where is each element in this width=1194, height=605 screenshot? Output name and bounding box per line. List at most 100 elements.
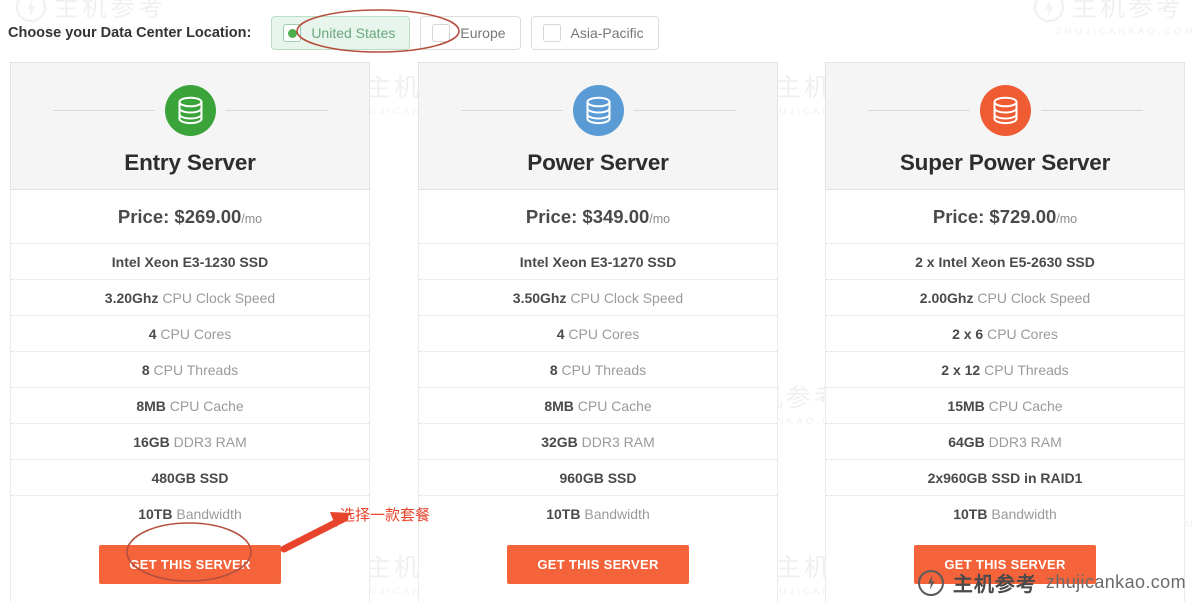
plan-spec: 480GB SSD xyxy=(11,460,369,496)
divider-right xyxy=(225,110,328,111)
plan-price-main: Price: $269.00 xyxy=(117,206,242,227)
spec-rest: CPU Cache xyxy=(165,398,244,414)
location-option-label: United States xyxy=(311,25,396,41)
location-option-label: Asia-Pacific xyxy=(570,25,644,41)
plan-title: Super Power Server xyxy=(899,150,1111,175)
location-option-united-states[interactable]: United States xyxy=(271,16,411,50)
spec-strong: 2.00Ghz xyxy=(919,290,974,306)
plan-card-header: Super Power Server xyxy=(825,62,1185,190)
spec-strong: 10TB xyxy=(953,506,988,522)
brand-name-cn: 主机参考 xyxy=(952,572,1037,596)
spec-strong: 2 x 12 xyxy=(941,362,981,378)
plan-spec: 4 CPU Cores xyxy=(419,316,777,352)
plan-price: Price: $349.00/mo xyxy=(419,190,777,244)
database-icon xyxy=(164,85,216,136)
spec-rest: DDR3 RAM xyxy=(984,434,1062,450)
divider-right xyxy=(633,110,736,111)
divider-left xyxy=(460,110,563,111)
plan-card-header: Entry Server xyxy=(10,62,370,190)
get-this-server-button[interactable]: GET THIS SERVER xyxy=(507,545,689,584)
spec-strong: 2 x Intel Xeon E5-2630 SSD xyxy=(915,254,1095,270)
plan-card-body: Price: $349.00/mo Intel Xeon E3-1270 SSD… xyxy=(418,190,778,602)
plan-price: Price: $269.00/mo xyxy=(11,190,369,244)
brand-logo-icon xyxy=(917,569,944,596)
plan-spec: 2 x Intel Xeon E5-2630 SSD xyxy=(826,244,1184,280)
plan-spec: 8MB CPU Cache xyxy=(11,388,369,424)
database-icon xyxy=(979,85,1031,136)
plan-price-unit: /mo xyxy=(241,212,263,226)
location-option-asia-pacific[interactable]: Asia-Pacific xyxy=(530,16,659,50)
spec-rest: CPU Clock Speed xyxy=(566,290,684,306)
spec-strong: Intel Xeon E3-1230 SSD xyxy=(111,254,269,270)
plan-spec: 10TB Bandwidth xyxy=(11,496,369,531)
plan-spec: 15MB CPU Cache xyxy=(826,388,1184,424)
spec-strong: 960GB SSD xyxy=(559,470,637,486)
plan-card-super-power-server: Super Power Server Price: $729.00/mo 2 x… xyxy=(825,62,1185,602)
brand-url: zhujicankao.com xyxy=(1045,572,1186,592)
plan-spec: 3.50Ghz CPU Clock Speed xyxy=(419,280,777,316)
spec-rest: CPU Cores xyxy=(156,326,232,342)
plan-card-power-server: Power Server Price: $349.00/mo Intel Xeo… xyxy=(418,62,778,602)
divider-left xyxy=(52,110,155,111)
plan-price-main: Price: $729.00 xyxy=(932,206,1057,227)
pricing-page: 主机参考 ZHUJICANKAO.COM 主机参考 ZHUJICANKAO.COM … xyxy=(0,0,1194,605)
plan-title: Power Server xyxy=(527,150,669,175)
plan-spec: 2x960GB SSD in RAID1 xyxy=(826,460,1184,496)
spec-strong: 4 xyxy=(148,326,157,342)
spec-strong: 3.20Ghz xyxy=(104,290,159,306)
plan-icon-row xyxy=(826,85,1184,136)
plan-card-body: Price: $729.00/mo 2 x Intel Xeon E5-2630… xyxy=(825,190,1185,602)
plan-icon-row xyxy=(419,85,777,136)
plan-spec: 8MB CPU Cache xyxy=(419,388,777,424)
spec-strong: 2 x 6 xyxy=(952,326,984,342)
spec-strong: Intel Xeon E3-1270 SSD xyxy=(519,254,677,270)
spec-rest: CPU Clock Speed xyxy=(973,290,1091,306)
location-option-europe[interactable]: Europe xyxy=(420,16,521,50)
plan-spec: 2 x 6 CPU Cores xyxy=(826,316,1184,352)
spec-rest: CPU Cache xyxy=(984,398,1063,414)
plan-price: Price: $729.00/mo xyxy=(826,190,1184,244)
spec-strong: 32GB xyxy=(541,434,578,450)
spec-rest: CPU Cache xyxy=(573,398,652,414)
spec-strong: 8MB xyxy=(544,398,574,414)
spec-strong: 2x960GB SSD in RAID1 xyxy=(927,470,1083,486)
spec-rest: CPU Clock Speed xyxy=(158,290,276,306)
location-option-label: Europe xyxy=(460,25,506,41)
site-brand: 主机参考 zhujicankao.com xyxy=(917,568,1186,597)
spec-strong: 3.50Ghz xyxy=(512,290,567,306)
plan-spec: 64GB DDR3 RAM xyxy=(826,424,1184,460)
plan-card-header: Power Server xyxy=(418,62,778,190)
divider-left xyxy=(867,110,970,111)
location-options: United States Europe Asia-Pacific xyxy=(271,16,659,50)
plan-spec: 10TB Bandwidth xyxy=(826,496,1184,531)
spec-strong: 15MB xyxy=(947,398,985,414)
divider-right xyxy=(1040,110,1143,111)
spec-strong: 480GB SSD xyxy=(151,470,229,486)
plan-icon-row xyxy=(11,85,369,136)
radio-icon[interactable] xyxy=(542,24,561,42)
spec-rest: Bandwidth xyxy=(172,506,242,522)
plan-price-unit: /mo xyxy=(1056,212,1078,226)
spec-rest: DDR3 RAM xyxy=(577,434,655,450)
plan-spec: 2 x 12 CPU Threads xyxy=(826,352,1184,388)
plan-spec: 4 CPU Cores xyxy=(11,316,369,352)
spec-rest: CPU Threads xyxy=(980,362,1069,378)
plan-spec: 32GB DDR3 RAM xyxy=(419,424,777,460)
spec-strong: 16GB xyxy=(133,434,170,450)
spec-strong: 4 xyxy=(556,326,565,342)
plan-cta-row: GET THIS SERVER xyxy=(419,531,777,602)
plan-title: Entry Server xyxy=(124,150,256,175)
plan-spec: 8 CPU Threads xyxy=(11,352,369,388)
plan-spec: Intel Xeon E3-1230 SSD xyxy=(11,244,369,280)
spec-rest: CPU Threads xyxy=(557,362,647,378)
spec-strong: 64GB xyxy=(948,434,985,450)
radio-icon[interactable] xyxy=(432,24,451,42)
spec-strong: 8MB xyxy=(136,398,166,414)
get-this-server-button[interactable]: GET THIS SERVER xyxy=(99,545,281,584)
spec-rest: CPU Threads xyxy=(149,362,239,378)
plan-spec: 960GB SSD xyxy=(419,460,777,496)
plan-spec: 3.20Ghz CPU Clock Speed xyxy=(11,280,369,316)
radio-icon[interactable] xyxy=(283,24,302,42)
plan-price-main: Price: $349.00 xyxy=(525,206,650,227)
plan-spec: 16GB DDR3 RAM xyxy=(11,424,369,460)
